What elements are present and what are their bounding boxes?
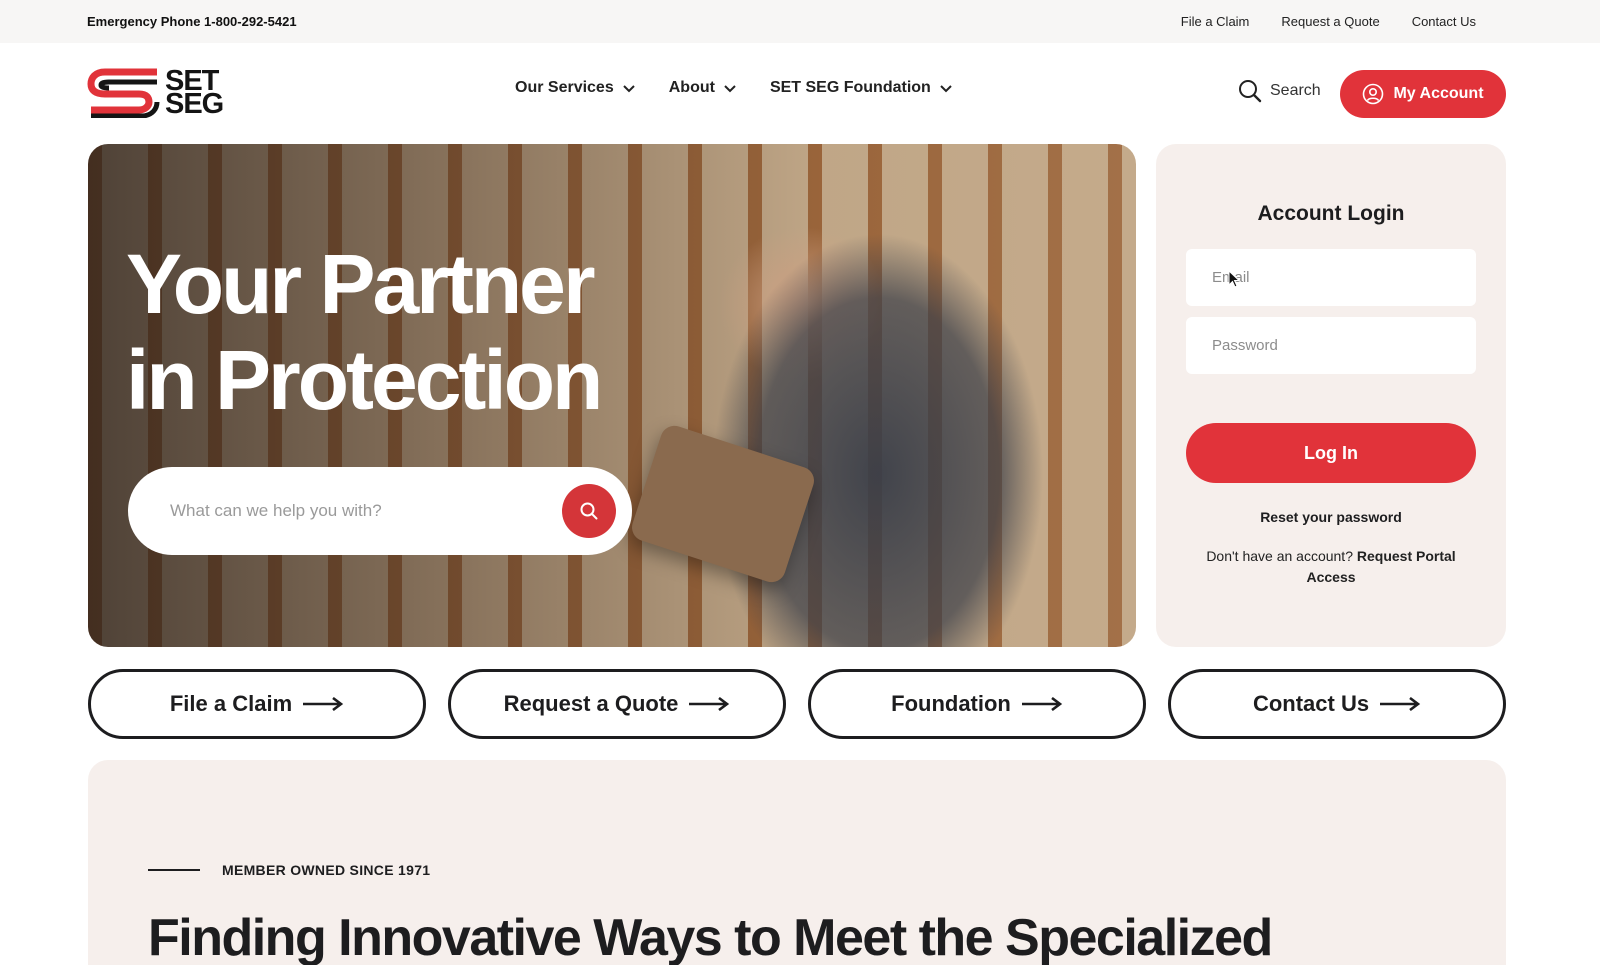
hero-search-input[interactable] xyxy=(170,501,562,521)
site-header: SET SEG Our Services About SET SEG Found… xyxy=(0,43,1600,143)
nav-item-our-services[interactable]: Our Services xyxy=(515,79,636,97)
signup-prompt: Don't have an account? Request Portal Ac… xyxy=(1206,546,1456,588)
user-circle-icon xyxy=(1363,83,1384,105)
emergency-phone[interactable]: Emergency Phone 1-800-292-5421 xyxy=(87,14,297,29)
hero-headline: Your Partner in Protection xyxy=(126,236,726,428)
log-in-button[interactable]: Log In xyxy=(1186,423,1476,483)
quick-link-request-quote[interactable]: Request a Quote xyxy=(448,669,786,739)
logo-wordmark: SET SEG xyxy=(165,67,224,120)
eyebrow-rule xyxy=(148,869,200,871)
reset-password-link[interactable]: Reset your password xyxy=(1156,509,1506,525)
utility-link-contact-us[interactable]: Contact Us xyxy=(1412,14,1476,29)
nav-label: SET SEG Foundation xyxy=(769,79,931,96)
header-search[interactable]: Search xyxy=(1238,79,1321,103)
nav-label: About xyxy=(668,79,715,96)
chevron-down-icon xyxy=(623,85,635,93)
hero-headline-line-1: Your Partner xyxy=(126,237,596,331)
search-icon xyxy=(1239,80,1262,103)
utility-link-request-quote[interactable]: Request a Quote xyxy=(1281,14,1379,29)
about-heading: Finding Innovative Ways to Meet the Spec… xyxy=(148,909,1273,965)
chevron-down-icon xyxy=(724,85,736,93)
my-account-button[interactable]: My Account xyxy=(1340,70,1506,118)
arrow-right-icon xyxy=(1380,697,1421,711)
nav-item-foundation[interactable]: SET SEG Foundation xyxy=(770,79,953,97)
hero-photo-tablet xyxy=(628,422,818,586)
arrow-right-icon xyxy=(303,697,344,711)
hero-search-bar xyxy=(128,467,632,555)
chevron-down-icon xyxy=(940,85,952,93)
quick-link-contact-us[interactable]: Contact Us xyxy=(1168,669,1506,739)
main-nav: Our Services About SET SEG Foundation xyxy=(515,79,953,97)
utility-links: File a Claim Request a Quote Contact Us xyxy=(1181,14,1476,29)
quick-link-label: File a Claim xyxy=(169,691,293,716)
logo[interactable]: SET SEG xyxy=(87,67,239,119)
hero-search-button[interactable] xyxy=(562,484,616,538)
search-label: Search xyxy=(1270,82,1321,99)
about-eyebrow: MEMBER OWNED SINCE 1971 xyxy=(148,862,430,878)
logo-mark-icon xyxy=(87,68,160,118)
hero-banner: Your Partner in Protection xyxy=(88,144,1136,647)
quick-link-label: Foundation xyxy=(891,691,1011,716)
password-field[interactable] xyxy=(1186,317,1476,374)
quick-link-label: Contact Us xyxy=(1252,691,1370,716)
arrow-right-icon xyxy=(689,697,730,711)
quick-link-file-claim[interactable]: File a Claim xyxy=(88,669,426,739)
quick-links: File a Claim Request a Quote Foundation … xyxy=(88,669,1506,739)
nav-label: Our Services xyxy=(515,79,614,96)
utility-bar: Emergency Phone 1-800-292-5421 File a Cl… xyxy=(0,0,1600,43)
quick-link-label: Request a Quote xyxy=(503,691,679,716)
hero-headline-line-2: in Protection xyxy=(126,333,603,427)
account-login-card: Account Login Log In Reset your password… xyxy=(1156,144,1506,647)
signup-text: Don't have an account? xyxy=(1206,548,1353,564)
logo-line-2: SEG xyxy=(165,88,224,120)
mouse-cursor-icon xyxy=(1228,270,1240,288)
search-icon xyxy=(580,502,598,520)
about-section: MEMBER OWNED SINCE 1971 Finding Innovati… xyxy=(88,760,1506,965)
arrow-right-icon xyxy=(1021,697,1063,711)
login-title: Account Login xyxy=(1257,202,1405,225)
my-account-label: My Account xyxy=(1393,85,1484,102)
eyebrow-label: MEMBER OWNED SINCE 1971 xyxy=(222,862,431,878)
nav-item-about[interactable]: About xyxy=(669,79,737,97)
quick-link-foundation[interactable]: Foundation xyxy=(808,669,1146,739)
utility-link-file-claim[interactable]: File a Claim xyxy=(1181,14,1250,29)
